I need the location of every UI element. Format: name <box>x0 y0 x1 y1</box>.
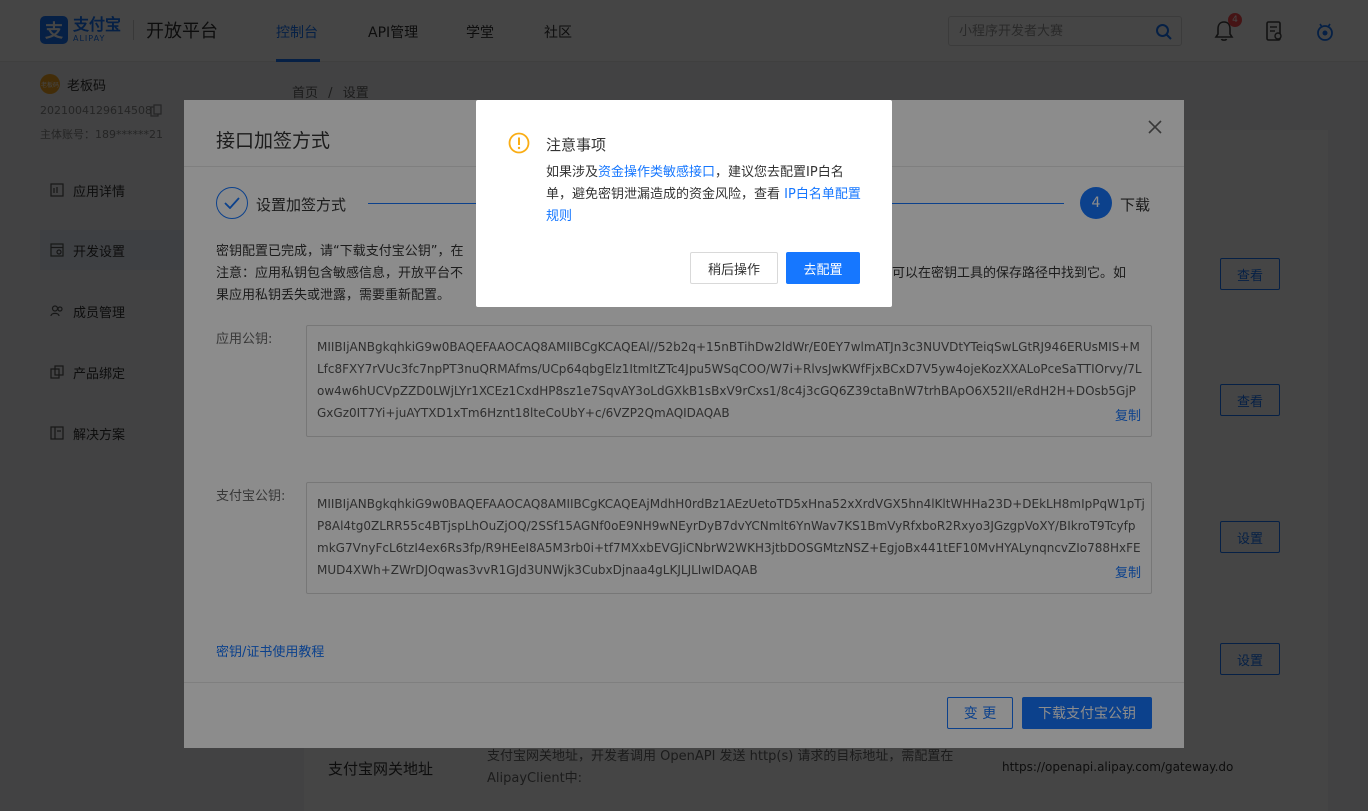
notice-text-1: 如果涉及 <box>546 165 599 180</box>
notice-title: 注意事项 <box>546 136 607 154</box>
notice-modal: 注意事项 如果涉及资金操作类敏感接口，建议您去配置IP白名单，避免密钥泄漏造成的… <box>476 100 892 307</box>
warning-icon <box>508 132 530 154</box>
sensitive-api-link[interactable]: 资金操作类敏感接口 <box>598 165 715 180</box>
later-button[interactable]: 稍后操作 <box>690 252 778 284</box>
notice-body: 如果涉及资金操作类敏感接口，建议您去配置IP白名单，避免密钥泄漏造成的资金风险，… <box>546 162 862 228</box>
configure-button[interactable]: 去配置 <box>786 252 860 284</box>
